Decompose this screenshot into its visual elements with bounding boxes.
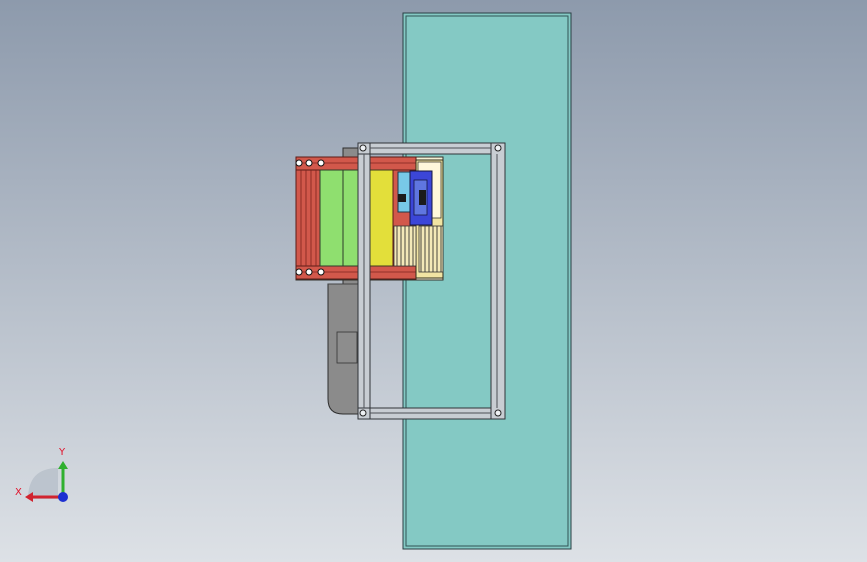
- cad-scene[interactable]: Y X: [0, 0, 867, 562]
- x-axis-label: X: [15, 487, 22, 498]
- frame-uprights: [357, 153, 371, 409]
- bottom-rail: [295, 265, 417, 280]
- y-axis-label: Y: [58, 447, 66, 458]
- yellow-zone: [369, 169, 394, 267]
- top-rail: [295, 156, 417, 171]
- cad-graphics-viewport[interactable]: Y X: [0, 0, 867, 562]
- green-zone: [319, 169, 344, 267]
- base-panel[interactable]: [402, 12, 572, 550]
